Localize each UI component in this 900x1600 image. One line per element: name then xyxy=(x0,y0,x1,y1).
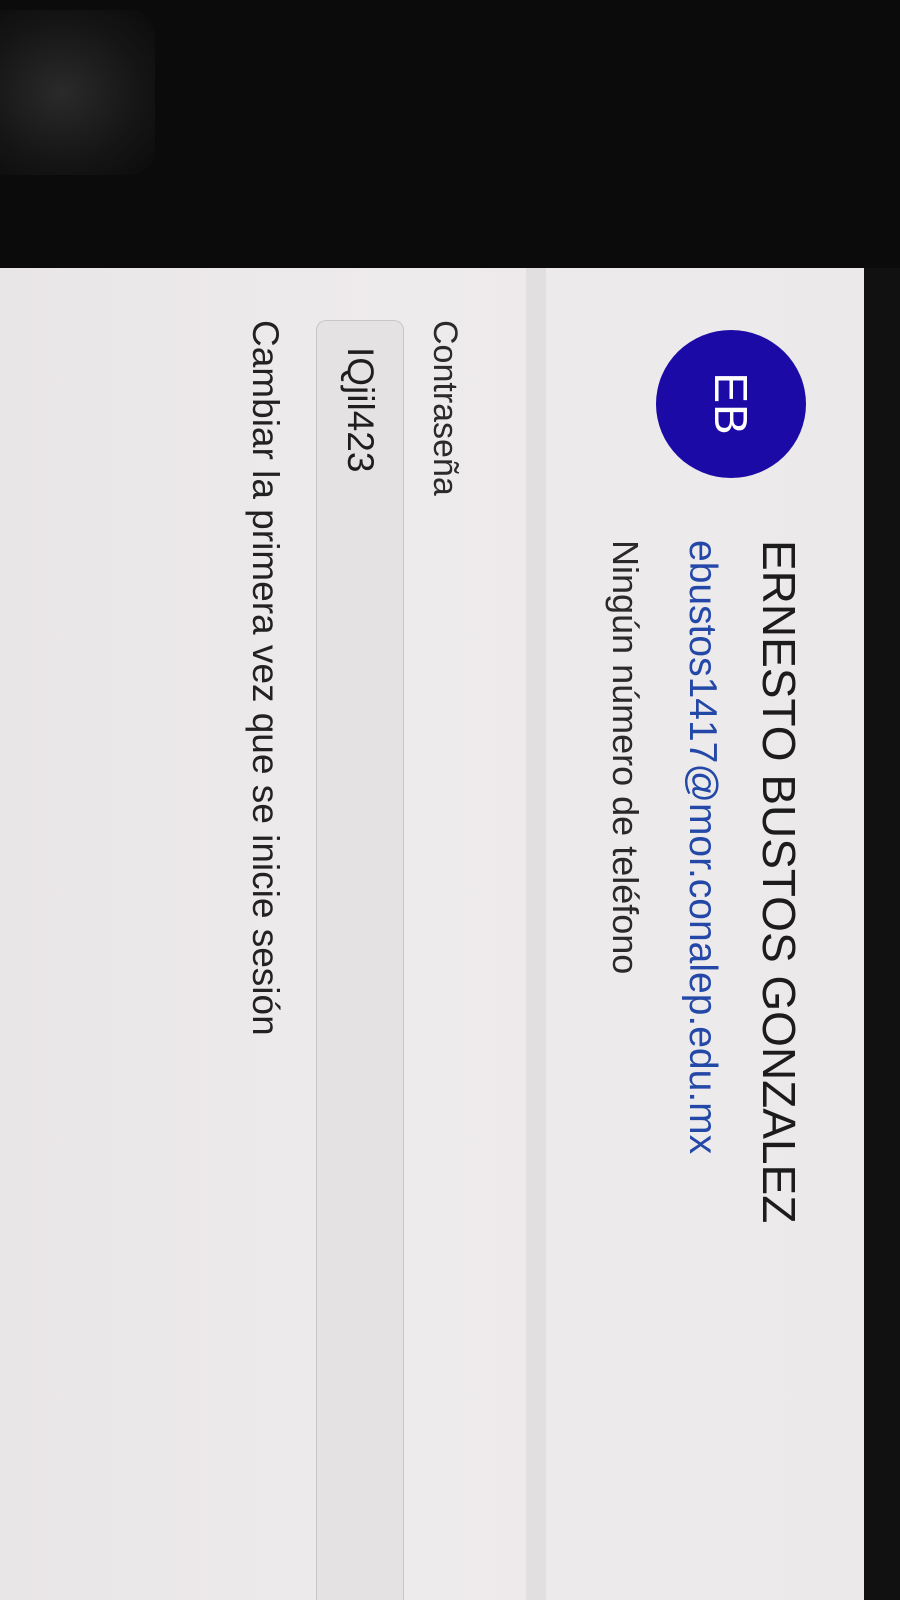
avatar: EB xyxy=(656,330,806,478)
password-label: Contraseña xyxy=(426,320,464,496)
user-name: ERNESTO BUSTOS GONZALEZ xyxy=(753,540,805,1224)
user-phone: Ningún número de teléfono xyxy=(605,540,646,975)
photo-frame: EB ERNESTO BUSTOS GONZALEZ ebustos1417@m… xyxy=(0,0,900,1600)
user-email-link[interactable]: ebustos1417@mor.conalep.edu.mx xyxy=(680,540,724,1154)
camera-glare xyxy=(0,10,155,175)
screen-bezel xyxy=(864,268,900,1600)
change-password-note: Cambiar la primera vez que se inicie ses… xyxy=(245,320,286,1036)
screen: EB ERNESTO BUSTOS GONZALEZ ebustos1417@m… xyxy=(0,268,864,1600)
avatar-initials: EB xyxy=(705,372,757,436)
password-value: IQjil423 xyxy=(340,347,381,473)
divider xyxy=(526,268,546,1600)
password-field[interactable]: IQjil423 xyxy=(316,320,404,1600)
user-details-page: EB ERNESTO BUSTOS GONZALEZ ebustos1417@m… xyxy=(0,268,864,1600)
